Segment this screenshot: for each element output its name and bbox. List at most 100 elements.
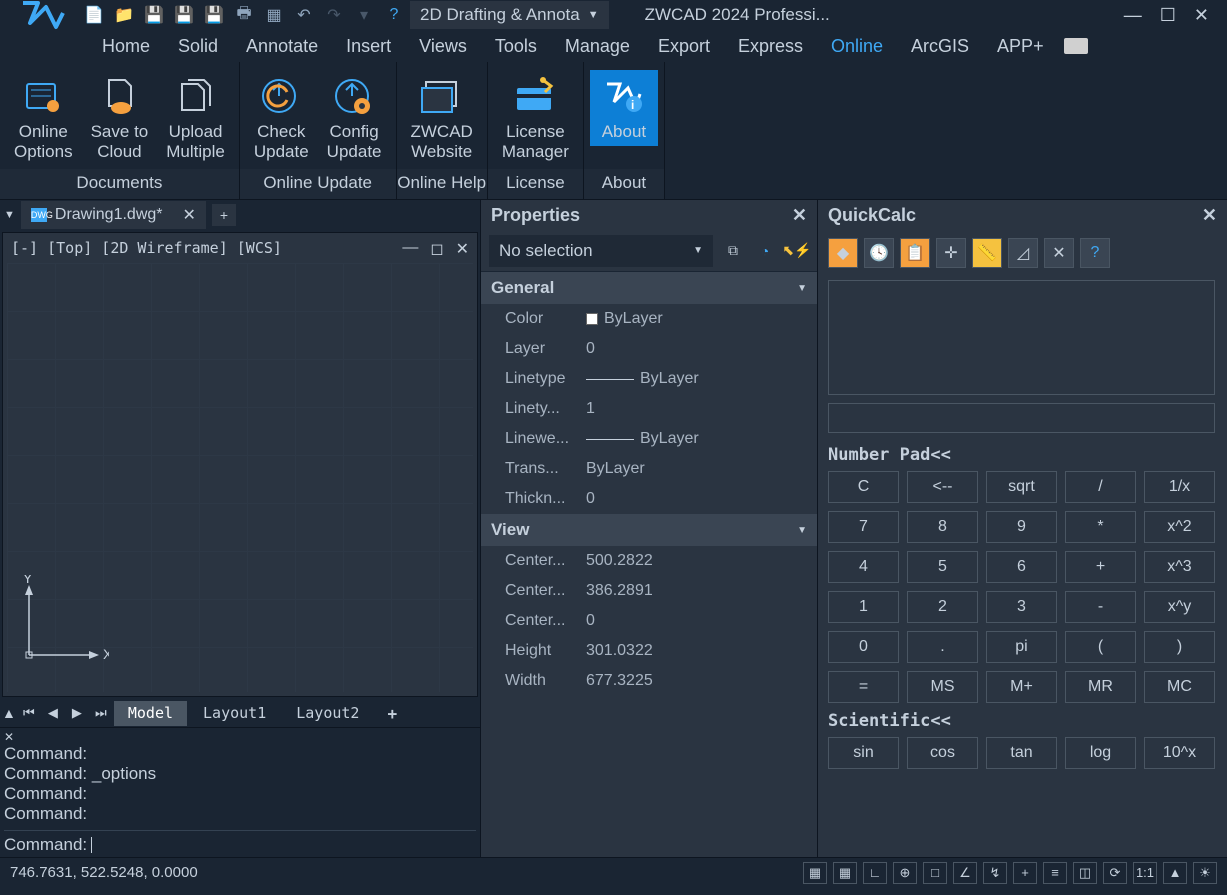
selection-dropdown[interactable]: No selection ▼: [489, 235, 713, 267]
menu-tools[interactable]: Tools: [481, 30, 551, 63]
calc-btn-[interactable]: /: [1065, 471, 1136, 503]
calc-btn-8[interactable]: 8: [907, 511, 978, 543]
print-icon[interactable]: 🖶: [234, 5, 254, 25]
prop-value[interactable]: 677.3225: [586, 672, 817, 690]
sb-osnap-icon[interactable]: □: [923, 862, 947, 884]
properties-close-icon[interactable]: ✕: [792, 205, 807, 226]
qc-getcoords-icon[interactable]: ✛: [936, 238, 966, 268]
tab-close-icon[interactable]: ✕: [183, 205, 196, 225]
tab-menu-icon[interactable]: ▼: [4, 209, 15, 221]
prop-row[interactable]: Linewe...ByLayer: [481, 424, 817, 454]
menu-insert[interactable]: Insert: [332, 30, 405, 63]
saveas-icon[interactable]: 💾: [174, 5, 194, 25]
ribbon-savecloud[interactable]: Save toCloud: [83, 70, 157, 165]
open-icon[interactable]: 📁: [114, 5, 134, 25]
prop-value[interactable]: 500.2822: [586, 552, 817, 570]
prop-row[interactable]: Center...386.2891: [481, 576, 817, 606]
calc-btn-MC[interactable]: MC: [1144, 671, 1215, 703]
sb-snap-icon[interactable]: ▦: [833, 862, 857, 884]
calc-btn-[interactable]: -: [1065, 591, 1136, 623]
menu-views[interactable]: Views: [405, 30, 481, 63]
calc-btn-2[interactable]: 2: [907, 591, 978, 623]
calc-btn-0[interactable]: 0: [828, 631, 899, 663]
calc-btn-tan[interactable]: tan: [986, 737, 1057, 769]
qc-help-icon[interactable]: ?: [1080, 238, 1110, 268]
prop-value[interactable]: ByLayer: [586, 370, 817, 388]
layout-tab-layout2[interactable]: Layout2: [282, 701, 373, 726]
select-objects-icon[interactable]: ⬉⚡: [785, 239, 809, 263]
qc-clear-icon[interactable]: ◆: [828, 238, 858, 268]
new-icon[interactable]: 📄: [84, 5, 104, 25]
qc-paste-icon[interactable]: 📋: [900, 238, 930, 268]
ribbon-about[interactable]: iAbout: [590, 70, 658, 146]
layout-tab-layout1[interactable]: Layout1: [189, 701, 280, 726]
calc-btn-x3[interactable]: x^3: [1144, 551, 1215, 583]
ribbon-website[interactable]: ZWCADWebsite: [403, 70, 481, 165]
menu-app+[interactable]: APP+: [983, 30, 1058, 63]
prop-row[interactable]: ColorByLayer: [481, 304, 817, 334]
command-window[interactable]: ✕ Command:Command: _optionsCommand:Comma…: [0, 727, 480, 857]
drawing-viewport[interactable]: [-] [Top] [2D Wireframe] [WCS] — ◻ ✕ Y X: [2, 232, 478, 697]
sb-ortho-icon[interactable]: ∟: [863, 862, 887, 884]
prop-row[interactable]: Center...0: [481, 606, 817, 636]
sb-scale-icon[interactable]: 1:1: [1133, 862, 1157, 884]
menu-express[interactable]: Express: [724, 30, 817, 63]
calc-btn-C[interactable]: C: [828, 471, 899, 503]
calc-btn-[interactable]: +: [1065, 551, 1136, 583]
undo-icon[interactable]: ↶: [294, 5, 314, 25]
sb-polar-icon[interactable]: ⊕: [893, 862, 917, 884]
plotpreview-icon[interactable]: ▦: [264, 5, 284, 25]
calc-btn-6[interactable]: 6: [986, 551, 1057, 583]
ribbon-options[interactable]: OnlineOptions: [6, 70, 81, 165]
calc-btn-log[interactable]: log: [1065, 737, 1136, 769]
nav-first-icon[interactable]: ⏮: [18, 705, 40, 721]
sb-lwt-icon[interactable]: ≡: [1043, 862, 1067, 884]
new-tab-button[interactable]: +: [212, 204, 236, 226]
calc-btn-[interactable]: (: [1065, 631, 1136, 663]
ribbon-configupd[interactable]: ConfigUpdate: [319, 70, 390, 165]
close-icon[interactable]: ✕: [1194, 5, 1209, 26]
prop-value[interactable]: 0: [586, 340, 817, 358]
prop-value[interactable]: 0: [586, 490, 817, 508]
quickcalc-close-icon[interactable]: ✕: [1202, 205, 1217, 226]
calc-btn-sin[interactable]: sin: [828, 737, 899, 769]
command-input[interactable]: [92, 835, 476, 855]
qc-intersect-icon[interactable]: ✕: [1044, 238, 1074, 268]
redo-icon[interactable]: ↷: [324, 5, 344, 25]
workspace-selector[interactable]: 2D Drafting & Annota ▼: [410, 1, 609, 29]
menu-export[interactable]: Export: [644, 30, 724, 63]
calc-btn-9[interactable]: 9: [986, 511, 1057, 543]
prop-row[interactable]: LinetypeByLayer: [481, 364, 817, 394]
layout-tab-model[interactable]: Model: [114, 701, 187, 726]
sb-otrack-icon[interactable]: ∠: [953, 862, 977, 884]
redo-dd-icon[interactable]: ▾: [354, 5, 374, 25]
calc-btn-1x[interactable]: 1/x: [1144, 471, 1215, 503]
prop-value[interactable]: 386.2891: [586, 582, 817, 600]
calc-btn-[interactable]: =: [828, 671, 899, 703]
calc-btn-10x[interactable]: 10^x: [1144, 737, 1215, 769]
menu-solid[interactable]: Solid: [164, 30, 232, 63]
viewport-label[interactable]: [-] [Top] [2D Wireframe] [WCS]: [11, 239, 282, 257]
menu-annotate[interactable]: Annotate: [232, 30, 332, 63]
nav-next-icon[interactable]: ▶: [66, 705, 88, 721]
minimize-icon[interactable]: —: [1124, 5, 1142, 26]
menu-online[interactable]: Online: [817, 30, 897, 63]
prop-value[interactable]: ByLayer: [586, 430, 817, 448]
calc-btn-x2[interactable]: x^2: [1144, 511, 1215, 543]
prop-value[interactable]: 1: [586, 400, 817, 418]
sb-dyn-icon[interactable]: +: [1013, 862, 1037, 884]
toggle-pai-icon[interactable]: ⧉: [721, 239, 745, 263]
prop-row[interactable]: Thickn...0: [481, 484, 817, 514]
calc-btn-MS[interactable]: MS: [907, 671, 978, 703]
vp-minimize-icon[interactable]: —: [402, 239, 418, 259]
prop-group-view[interactable]: View▼: [481, 514, 817, 546]
save-icon[interactable]: 💾: [144, 5, 164, 25]
calc-input[interactable]: [828, 403, 1215, 433]
app-plus-icon[interactable]: [1064, 38, 1088, 54]
ribbon-checkupd[interactable]: CheckUpdate: [246, 70, 317, 165]
prop-row[interactable]: Height301.0322: [481, 636, 817, 666]
vp-maximize-icon[interactable]: ◻: [430, 239, 443, 259]
calc-btn-1[interactable]: 1: [828, 591, 899, 623]
sb-cycle-icon[interactable]: ⟳: [1103, 862, 1127, 884]
nav-last-icon[interactable]: ⏭: [90, 705, 112, 721]
